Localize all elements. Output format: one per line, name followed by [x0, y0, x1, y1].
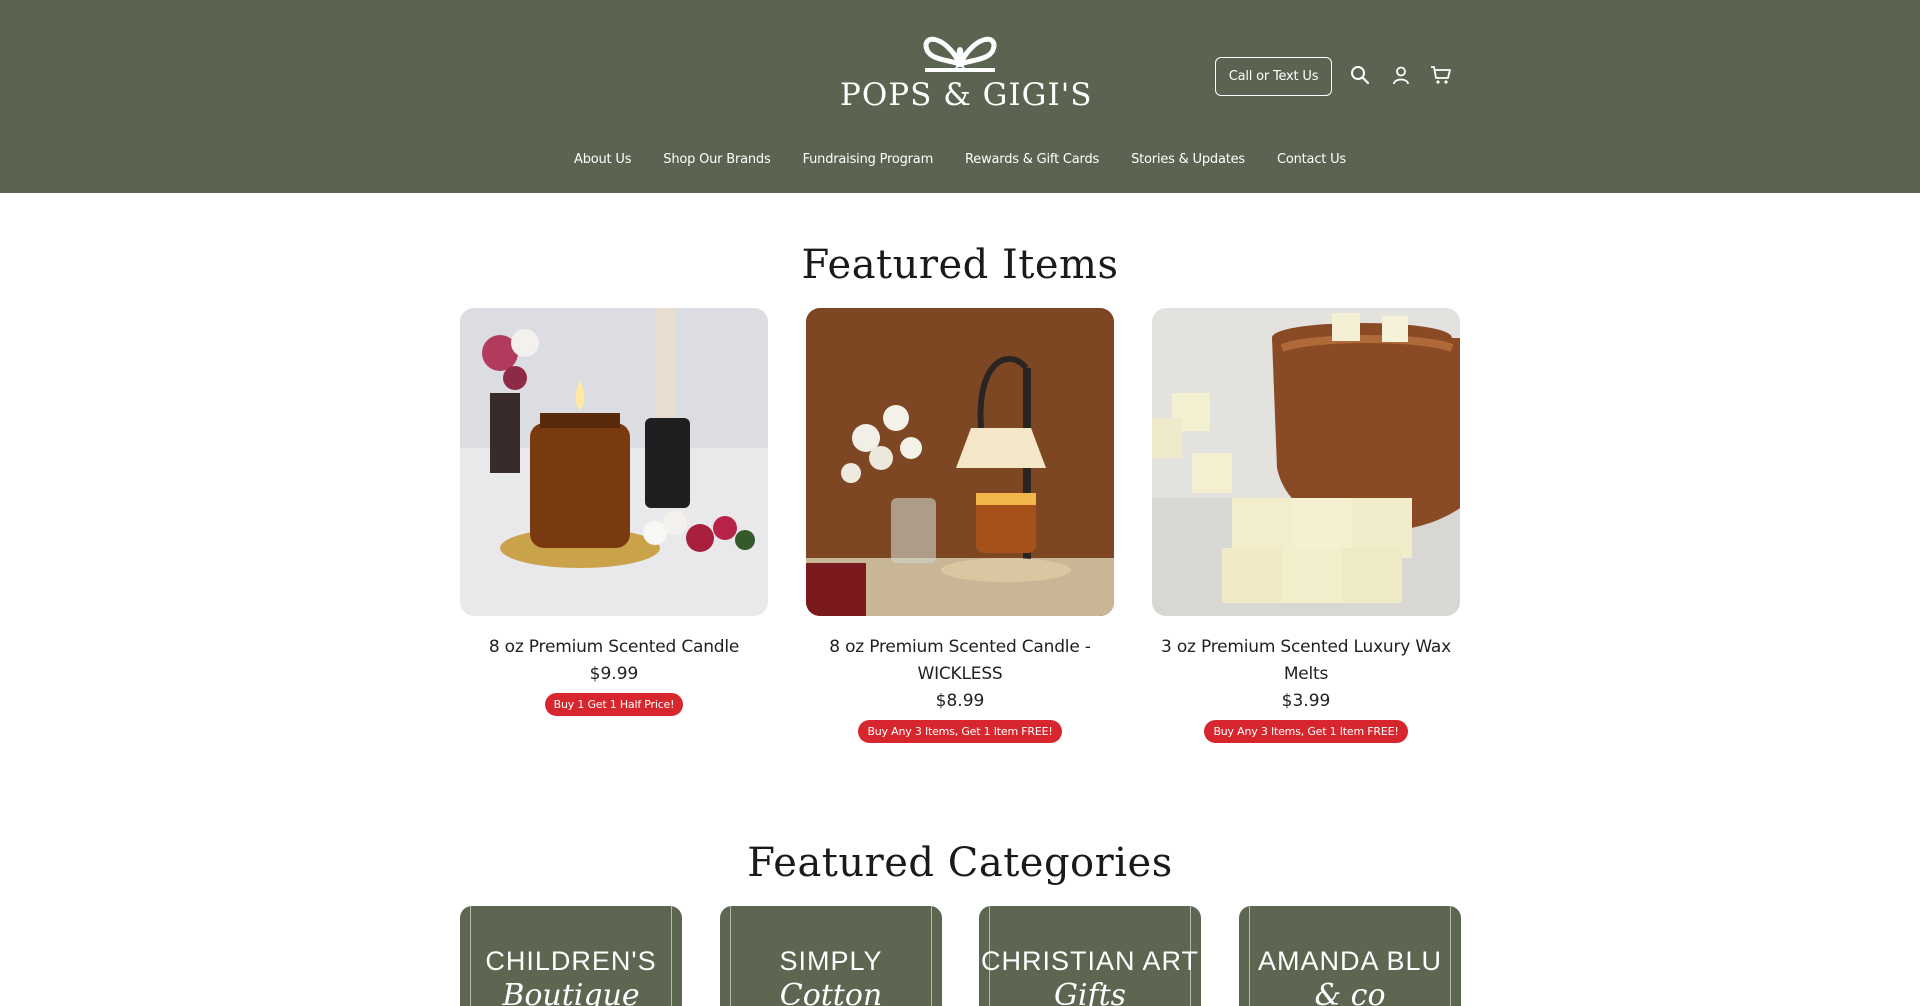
promo-badge: Buy Any 3 Items, Get 1 Item FREE! [1204, 720, 1408, 743]
brand-name: POPS & GIGI'S [840, 77, 1093, 113]
category-card-childrens[interactable]: CHILDREN'S Boutique [460, 906, 682, 1006]
nav-stories-updates[interactable]: Stories & Updates [1115, 150, 1261, 170]
brand-logo[interactable]: POPS & GIGI'S [840, 30, 1093, 120]
product-card[interactable]: 3 oz Premium Scented Luxury Wax Melts $3… [1152, 308, 1460, 743]
nav-shop-our-brands[interactable]: Shop Our Brands [647, 150, 786, 170]
product-price: $9.99 [589, 664, 639, 684]
product-card[interactable]: 8 oz Premium Scented Candle $9.99 Buy 1 … [460, 308, 768, 716]
category-label: CHILDREN'S [485, 946, 657, 976]
site-header: POPS & GIGI'S Call or Text Us About Us S… [0, 0, 1920, 193]
search-icon[interactable] [1348, 63, 1372, 87]
account-icon[interactable] [1389, 63, 1413, 87]
category-script: Cotton [779, 978, 883, 1006]
category-card-simply[interactable]: SIMPLY Cotton [720, 906, 942, 1006]
product-name[interactable]: 3 oz Premium Scented Luxury Wax Melts [1152, 634, 1460, 688]
category-card-christian-art[interactable]: CHRISTIAN ART Gifts [979, 906, 1201, 1006]
category-label: AMANDA BLU [1257, 946, 1443, 976]
call-or-text-button[interactable]: Call or Text Us [1215, 57, 1332, 96]
category-script: & co [1314, 978, 1386, 1006]
nav-rewards-gift-cards[interactable]: Rewards & Gift Cards [949, 150, 1115, 170]
category-script: Gifts [1053, 978, 1127, 1006]
category-card-amanda-blu[interactable]: AMANDA BLU & co [1239, 906, 1461, 1006]
category-label: SIMPLY [779, 946, 883, 976]
product-price: $8.99 [935, 691, 985, 711]
product-card[interactable]: 8 oz Premium Scented Candle - WICKLESS $… [806, 308, 1114, 743]
product-name[interactable]: 8 oz Premium Scented Candle [460, 634, 768, 661]
bow-icon [923, 36, 997, 72]
nav-about-us[interactable]: About Us [558, 150, 647, 170]
category-script: Boutique [502, 978, 640, 1006]
product-image-wax-melts[interactable] [1152, 308, 1460, 616]
nav-fundraising-program[interactable]: Fundraising Program [787, 150, 949, 170]
featured-items-title: Featured Items [801, 242, 1119, 288]
category-label: CHRISTIAN ART [980, 946, 1200, 976]
product-image-candle-warmer[interactable] [806, 308, 1114, 616]
featured-categories-title: Featured Categories [747, 840, 1173, 886]
main-nav: About Us Shop Our Brands Fundraising Pro… [0, 150, 1920, 170]
promo-badge: Buy 1 Get 1 Half Price! [544, 693, 684, 716]
product-price: $3.99 [1281, 691, 1331, 711]
nav-contact-us[interactable]: Contact Us [1261, 150, 1362, 170]
product-name[interactable]: 8 oz Premium Scented Candle - WICKLESS [806, 634, 1114, 688]
promo-badge: Buy Any 3 Items, Get 1 Item FREE! [858, 720, 1062, 743]
product-image-candle[interactable] [460, 308, 768, 616]
cart-icon[interactable] [1429, 63, 1453, 87]
